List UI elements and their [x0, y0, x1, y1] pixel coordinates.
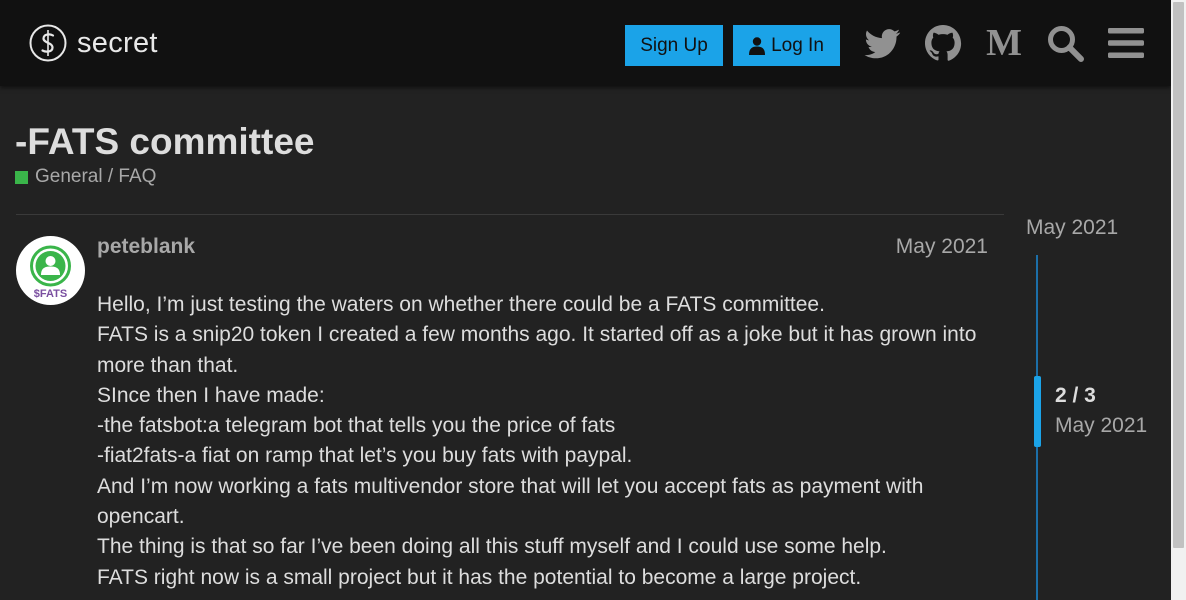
site-logo[interactable]: secret [29, 24, 158, 62]
search-icon[interactable] [1045, 23, 1085, 63]
log-in-button[interactable]: Log In [733, 25, 840, 66]
site-header: secret Sign Up Log In M [0, 0, 1171, 86]
topic-title[interactable]: -FATS committee [15, 119, 314, 165]
github-icon[interactable] [923, 23, 963, 63]
secret-logo-icon [29, 24, 67, 62]
logo-text: secret [77, 27, 158, 59]
fats-avatar-icon: $FATS [30, 245, 71, 300]
sign-up-label: Sign Up [640, 34, 708, 56]
timeline-scroll-handle[interactable] [1034, 376, 1041, 447]
user-icon [749, 36, 766, 55]
sign-up-button[interactable]: Sign Up [625, 25, 723, 66]
post-line: And I’m now working a fats multivendor s… [97, 474, 924, 529]
medium-icon[interactable]: M [984, 23, 1024, 63]
post-body: Hello, I’m just testing the waters on wh… [97, 290, 987, 593]
category-color-badge [15, 170, 28, 184]
hamburger-menu-icon[interactable] [1106, 23, 1146, 63]
avatar[interactable]: $FATS [16, 236, 85, 305]
page-scrollbar[interactable] [1171, 0, 1186, 600]
post-date[interactable]: May 2021 [896, 235, 988, 259]
post-line: The thing is that so far I’ve been doing… [97, 535, 887, 559]
category-label: General / FAQ [35, 166, 157, 187]
post-line: -the fatsbot:a telegram bot that tells y… [97, 414, 616, 438]
post-line: FATS right now is a small project but it… [97, 565, 862, 589]
category-link[interactable]: General / FAQ [15, 166, 156, 188]
title-divider [16, 214, 1004, 215]
log-in-label: Log In [771, 34, 824, 56]
post-line: Hello, I’m just testing the waters on wh… [97, 293, 825, 316]
post-username[interactable]: peteblank [97, 235, 195, 259]
scrollbar-thumb[interactable] [1173, 2, 1184, 548]
timeline-current-date: May 2021 [1055, 414, 1148, 437]
timeline-post-count: 2 / 3 [1055, 384, 1096, 407]
post-line: SInce then I have made: [97, 383, 325, 407]
post-line: -fiat2fats-a fiat on ramp that let’s you… [97, 444, 633, 468]
twitter-icon[interactable] [862, 23, 902, 63]
timeline-start-date[interactable]: May 2021 [1026, 216, 1118, 240]
post-line: FATS is a snip20 token I created a few m… [97, 323, 977, 377]
svg-text:$FATS: $FATS [34, 288, 67, 300]
